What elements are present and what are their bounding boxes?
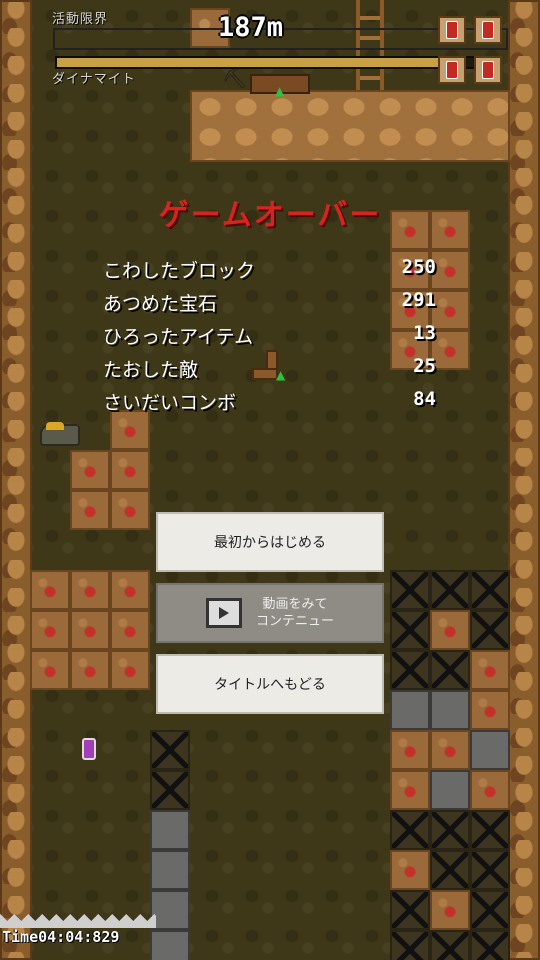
activity-limit-fill — [57, 58, 444, 67]
dirt-block — [470, 690, 510, 730]
activity-limit-bar — [55, 56, 479, 69]
stone-block — [470, 730, 510, 770]
continue-label: 動画をみて コンテニュー — [255, 597, 334, 629]
stat-row-blocks: こわしたブロック 250 — [103, 256, 438, 289]
stats-list: こわしたブロック 250 あつめた宝石 291 ひろったアイテム 13 たおした… — [103, 256, 438, 421]
dynamite-label: ダイナマイト — [52, 72, 136, 87]
stone-block — [430, 770, 470, 810]
arrow-up-icon: ▲ — [275, 84, 285, 98]
dirt-block — [430, 890, 470, 930]
dirt-block — [70, 610, 110, 650]
stone-block — [150, 810, 190, 850]
dirt-block — [390, 730, 430, 770]
crack-block — [390, 610, 430, 650]
crack-block — [390, 570, 430, 610]
left-cave-wall — [0, 0, 32, 960]
dirt-block — [30, 610, 70, 650]
stat-value: 250 — [401, 256, 436, 278]
stat-value: 291 — [401, 289, 436, 311]
crack-block — [430, 850, 470, 890]
crack-block — [470, 570, 510, 610]
crack-block — [470, 890, 510, 930]
dirt-block — [430, 730, 470, 770]
stat-value: 25 — [413, 355, 436, 377]
dirt-block — [70, 490, 110, 530]
dynamite-icon — [438, 16, 466, 44]
dirt-block — [110, 610, 150, 650]
stat-label: たおした敵 — [103, 359, 199, 381]
stat-label: こわしたブロック — [103, 260, 256, 282]
stat-label: あつめた宝石 — [103, 293, 218, 315]
stat-row-enemies: たおした敵 25 — [103, 355, 438, 388]
crack-block — [470, 610, 510, 650]
crack-block — [150, 770, 190, 810]
player-icon — [40, 422, 80, 446]
dirt-block — [110, 650, 150, 690]
dirt-block — [30, 570, 70, 610]
crack-block — [430, 570, 470, 610]
crack-block — [390, 650, 430, 690]
spike-row — [0, 914, 156, 928]
dirt-block — [390, 770, 430, 810]
rock-ledge — [190, 90, 510, 162]
stat-value: 84 — [413, 388, 436, 410]
ladder — [356, 0, 384, 100]
crack-block — [390, 810, 430, 850]
stone-block — [430, 690, 470, 730]
stat-row-combo: さいだいコンボ 84 — [103, 388, 438, 421]
dirt-block — [70, 650, 110, 690]
crack-block — [390, 930, 430, 960]
stone-block — [390, 690, 430, 730]
restart-button[interactable]: 最初からはじめる — [156, 512, 384, 572]
mine-cart-icon: ▲ — [230, 70, 320, 100]
crack-block — [150, 730, 190, 770]
dirt-block — [110, 450, 150, 490]
crack-block — [390, 890, 430, 930]
dynamite-icon — [438, 56, 466, 84]
potion-icon — [82, 738, 96, 760]
dirt-block — [30, 650, 70, 690]
crack-block — [430, 810, 470, 850]
stone-block — [150, 930, 190, 960]
dynamite-icon — [474, 56, 502, 84]
depth-meter: 187m — [218, 12, 284, 43]
return-to-title-button[interactable]: タイトルへもどる — [156, 654, 384, 714]
stat-row-gems: あつめた宝石 291 — [103, 289, 438, 322]
crack-block — [470, 850, 510, 890]
dirt-block — [110, 570, 150, 610]
dirt-block — [430, 610, 470, 650]
crack-block — [430, 930, 470, 960]
crack-block — [470, 930, 510, 960]
watch-video-continue-button[interactable]: 動画をみて コンテニュー — [156, 583, 384, 643]
stone-block — [150, 850, 190, 890]
video-icon — [205, 598, 242, 628]
game-over-title: ゲームオーバー — [158, 198, 382, 233]
dynamite-icon — [474, 16, 502, 44]
dirt-block — [70, 450, 110, 490]
elapsed-timer: Time04:04:829 — [2, 928, 120, 946]
stat-row-items: ひろったアイテム 13 — [103, 322, 438, 355]
dirt-block — [470, 770, 510, 810]
stat-value: 13 — [413, 322, 436, 344]
stone-block — [150, 890, 190, 930]
game-stage: ⛏ ▲ 活動限界 187m ダイナマイト ▲ ゲームオーバー こわしたブロック … — [0, 0, 540, 960]
dirt-block — [470, 650, 510, 690]
right-cave-wall — [508, 0, 540, 960]
stat-label: さいだいコンボ — [103, 392, 237, 414]
crack-block — [470, 810, 510, 850]
stat-label: ひろったアイテム — [103, 326, 254, 348]
crack-block — [430, 650, 470, 690]
activity-limit-label: 活動限界 — [52, 12, 109, 27]
dirt-block — [110, 490, 150, 530]
dirt-block — [70, 570, 110, 610]
dirt-block — [390, 850, 430, 890]
